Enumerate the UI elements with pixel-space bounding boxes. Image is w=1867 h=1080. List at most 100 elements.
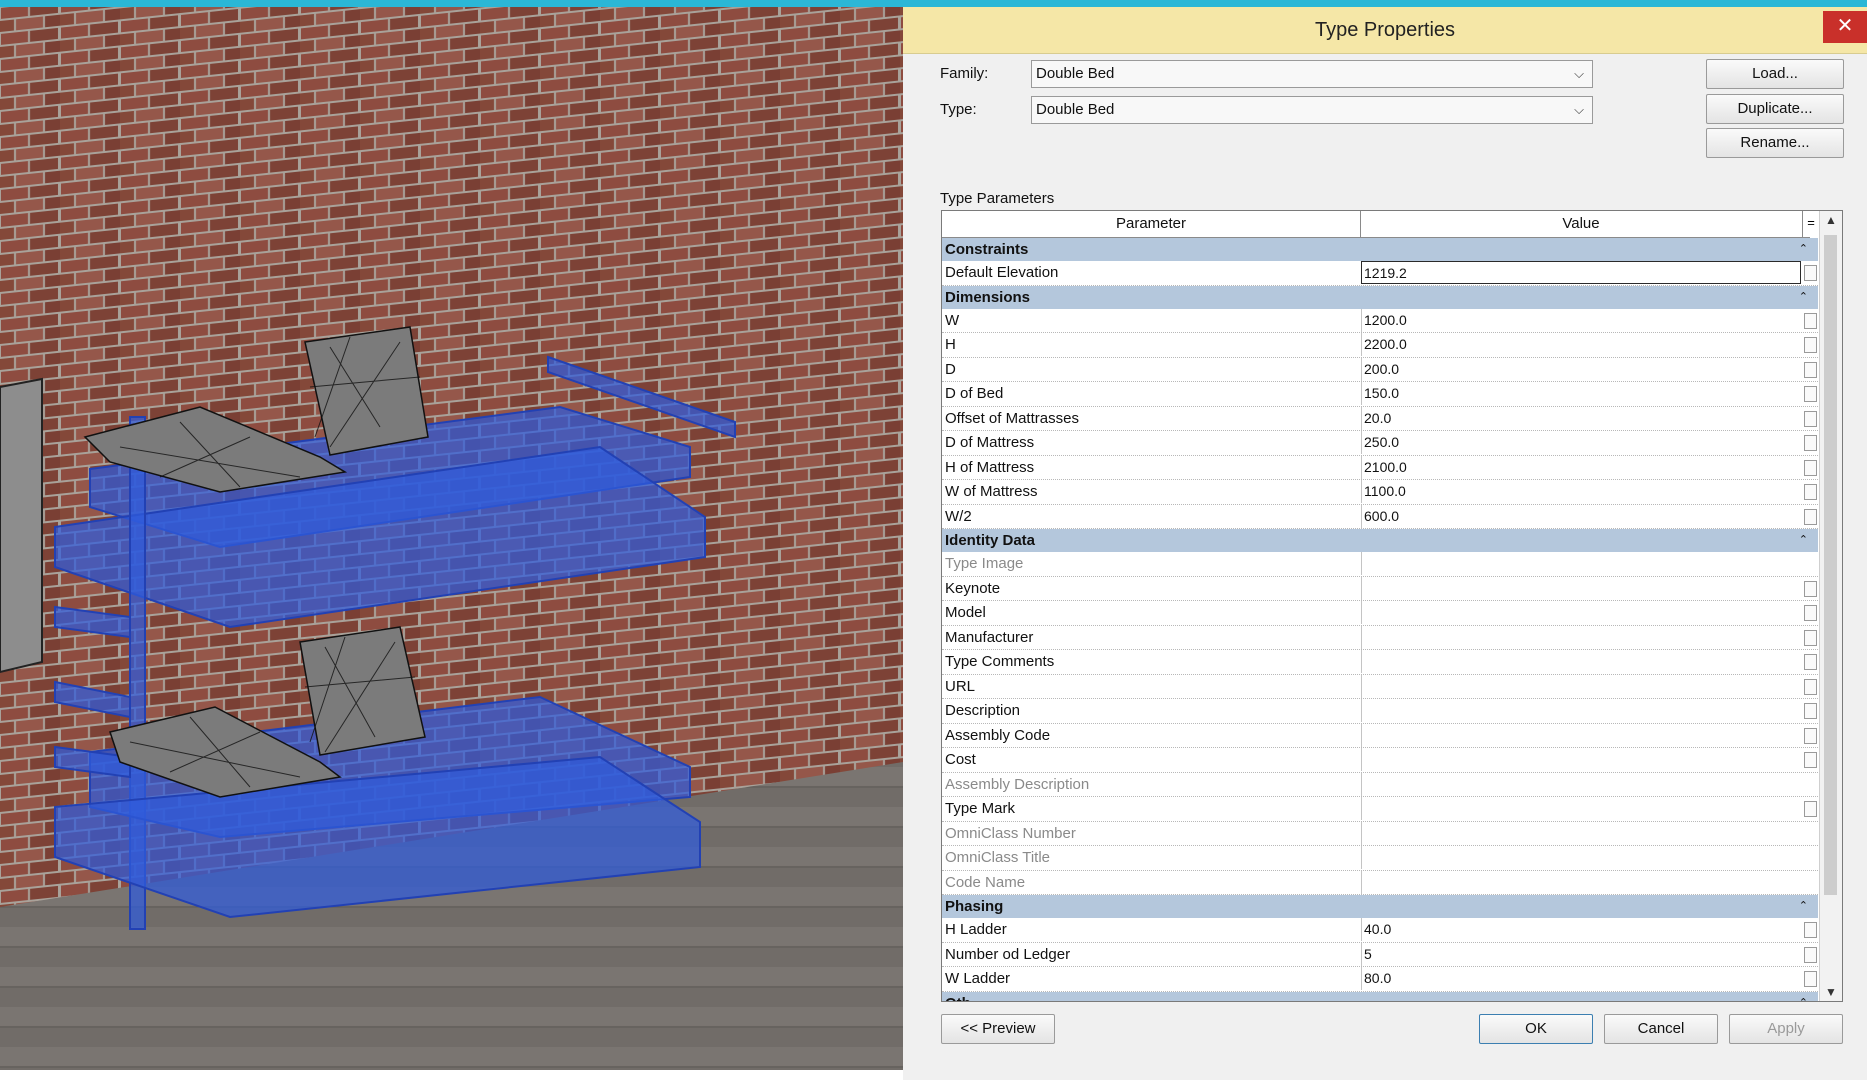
group-header[interactable]: Dimensions ⌃	[942, 285, 1818, 309]
table-row: H 2200.0	[942, 333, 1818, 358]
parameter-value[interactable]	[1361, 576, 1801, 600]
associate-parameter-button[interactable]	[1804, 971, 1817, 987]
table-row: D of Mattress 250.0	[942, 431, 1818, 456]
associate-parameter-button[interactable]	[1804, 361, 1817, 378]
preview-button[interactable]: << Preview	[941, 1014, 1055, 1044]
associate-parameter-button[interactable]	[1804, 654, 1817, 670]
group-label: Constraints	[945, 241, 1029, 258]
parameter-value[interactable]	[1361, 699, 1801, 722]
associate-parameter-button[interactable]	[1804, 946, 1817, 963]
scroll-down-icon[interactable]: ▼	[1820, 985, 1842, 999]
group-header[interactable]: Constraints ⌃	[942, 238, 1818, 261]
associate-parameter-button[interactable]	[1804, 459, 1817, 476]
parameter-value-input[interactable]: 1219.2	[1361, 261, 1801, 284]
parameter-value	[1361, 821, 1801, 845]
parameter-value[interactable]: 40.0	[1361, 918, 1801, 941]
associate-parameter-button[interactable]	[1804, 410, 1817, 427]
parameter-value[interactable]	[1361, 601, 1801, 624]
parameter-name: OmniClass Number	[945, 824, 1076, 842]
table-row: Default Elevation 1219.2	[942, 261, 1818, 286]
type-dropdown[interactable]: Double Bed ⌵	[1031, 96, 1593, 124]
associate-parameter-button[interactable]	[1804, 727, 1817, 744]
parameter-name: W/2	[945, 507, 972, 525]
associate-parameter-button[interactable]	[1804, 580, 1817, 597]
table-row: W 1200.0	[942, 308, 1818, 333]
associate-parameter-button[interactable]	[1804, 265, 1817, 281]
collapse-chevron-icon[interactable]: ⌃	[1799, 529, 1808, 552]
parameter-value[interactable]: 80.0	[1361, 967, 1801, 990]
scroll-up-icon[interactable]: ▲	[1820, 213, 1842, 227]
parameter-name: URL	[945, 677, 976, 695]
parameter-value[interactable]: 2200.0	[1361, 333, 1801, 356]
3d-viewport[interactable]	[0, 7, 903, 1070]
value-column-header[interactable]: Value	[1361, 211, 1801, 237]
grid-rows: Constraints ⌃ Default Elevation 1219.2 Dimen…	[942, 238, 1818, 1002]
associate-parameter-button[interactable]	[1804, 629, 1817, 646]
formula-column-header[interactable]: =	[1802, 211, 1819, 237]
parameter-value[interactable]: 1100.0	[1361, 480, 1801, 503]
parameter-value[interactable]	[1361, 723, 1801, 747]
associate-parameter-button[interactable]	[1804, 703, 1817, 719]
associate-parameter-button[interactable]	[1804, 484, 1817, 500]
dialog-titlebar[interactable]: Type Properties	[903, 7, 1867, 54]
table-row: W/2 600.0	[942, 504, 1818, 529]
ok-button[interactable]: OK	[1479, 1014, 1593, 1044]
type-parameters-grid[interactable]: Parameter Value = Constraints ⌃ Default El…	[941, 210, 1843, 1002]
associate-parameter-button[interactable]	[1804, 605, 1817, 621]
parameter-value[interactable]	[1361, 748, 1801, 771]
parameter-name: Manufacturer	[945, 628, 1034, 646]
parameter-value[interactable]: 250.0	[1361, 431, 1801, 454]
group-label: Identity Data	[945, 532, 1036, 549]
load-button[interactable]: Load...	[1706, 59, 1844, 89]
group-header[interactable]: Oth ⌃	[942, 991, 1818, 1002]
collapse-chevron-icon[interactable]: ⌃	[1799, 895, 1808, 918]
associate-parameter-button[interactable]	[1804, 801, 1817, 817]
associate-parameter-button[interactable]	[1804, 752, 1817, 768]
parameter-value[interactable]: 600.0	[1361, 504, 1801, 528]
group-label: Oth	[945, 995, 971, 1002]
table-row: Number od Ledger 5	[942, 942, 1818, 967]
parameter-value[interactable]: 150.0	[1361, 382, 1801, 405]
collapse-chevron-icon[interactable]: ⌃	[1799, 286, 1808, 309]
cancel-button[interactable]: Cancel	[1604, 1014, 1718, 1044]
parameter-column-header[interactable]: Parameter	[942, 211, 1361, 237]
close-icon[interactable]	[1823, 11, 1867, 43]
associate-parameter-button[interactable]	[1804, 337, 1817, 353]
table-row: Cost	[942, 748, 1818, 773]
associate-parameter-button[interactable]	[1804, 435, 1817, 451]
parameter-name: W of Mattress	[945, 483, 1038, 500]
parameter-value[interactable]: 5	[1361, 942, 1801, 966]
duplicate-button[interactable]: Duplicate...	[1706, 94, 1844, 124]
associate-parameter-button[interactable]	[1804, 922, 1817, 938]
grid-scrollbar[interactable]: ▲ ▼	[1819, 211, 1842, 1001]
collapse-chevron-icon[interactable]: ⌃	[1799, 992, 1808, 1002]
apply-button[interactable]: Apply	[1729, 1014, 1843, 1044]
parameter-value[interactable]	[1361, 674, 1801, 698]
associate-parameter-button[interactable]	[1804, 508, 1817, 525]
parameter-value[interactable]	[1361, 625, 1801, 649]
collapse-chevron-icon[interactable]: ⌃	[1799, 238, 1808, 261]
rename-button[interactable]: Rename...	[1706, 128, 1844, 158]
parameter-value[interactable]: 1200.0	[1361, 308, 1801, 332]
associate-parameter-button[interactable]	[1804, 386, 1817, 402]
associate-parameter-button[interactable]	[1804, 678, 1817, 695]
group-header[interactable]: Phasing ⌃	[942, 895, 1818, 918]
scroll-thumb[interactable]	[1824, 235, 1837, 895]
parameter-value[interactable]: 200.0	[1361, 357, 1801, 381]
table-row: Type Comments	[942, 650, 1818, 675]
table-row: Assembly Description	[942, 772, 1818, 797]
type-properties-dialog: Type Properties Family: Double Bed ⌵ Typ…	[903, 7, 1867, 1080]
parameter-name: Assembly Description	[945, 775, 1090, 793]
parameter-name: D of Mattress	[945, 434, 1035, 451]
associate-parameter-button[interactable]	[1804, 312, 1817, 329]
parameter-name: Description	[945, 702, 1021, 719]
type-label: Type:	[940, 101, 977, 118]
table-row: W of Mattress 1100.0	[942, 480, 1818, 505]
parameter-value[interactable]: 20.0	[1361, 406, 1801, 430]
family-dropdown[interactable]: Double Bed ⌵	[1031, 60, 1593, 88]
parameter-value[interactable]	[1361, 650, 1801, 673]
parameter-value[interactable]: 2100.0	[1361, 455, 1801, 479]
parameter-value[interactable]	[1361, 797, 1801, 820]
group-header[interactable]: Identity Data ⌃	[942, 529, 1818, 552]
parameter-name: D	[945, 360, 956, 378]
